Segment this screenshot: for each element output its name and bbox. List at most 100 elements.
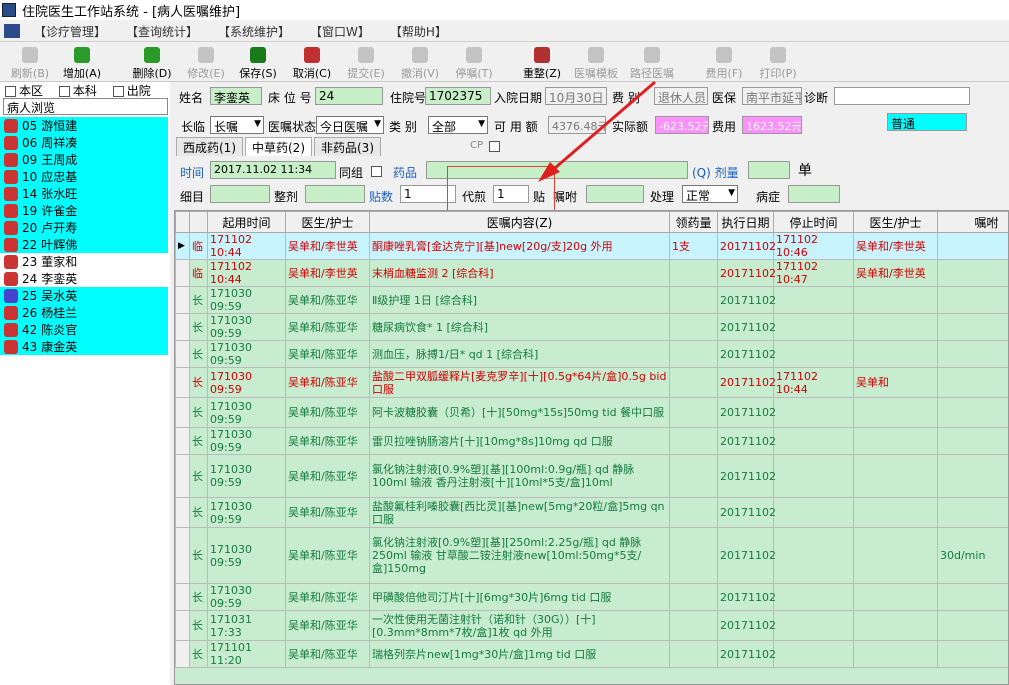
doc-menu-icon[interactable]	[4, 24, 20, 38]
discharged-checkbox[interactable]	[112, 86, 124, 97]
cell-exec: 20171102	[717, 397, 776, 428]
col-doctor[interactable]: 医生/护士	[285, 211, 370, 233]
patient-bed: 06	[22, 135, 38, 150]
patient-item[interactable]: 25 吴水英	[0, 287, 168, 304]
table-row[interactable]: ▶ 临 171102 10:44 吴单和/李世英 酮康唑乳膏[金达克宁][基]new[2…	[175, 232, 1008, 260]
print-button[interactable]: 打印(P)	[752, 44, 804, 82]
col-doctor2[interactable]: 医生/护士	[853, 211, 938, 233]
table-row[interactable]: 长 171030 09:59 吴单和/陈亚华 雷贝拉唑钠肠溶片[十][10mg*8s]…	[175, 427, 1008, 455]
window-title: 住院医生工作站系统 - [病人医嘱维护]	[22, 4, 241, 20]
stop-button[interactable]: 停嘱(T)	[448, 44, 500, 82]
status-select[interactable]: 今日医嘱	[316, 116, 384, 134]
menu-system[interactable]: 【系统维护】	[208, 23, 300, 40]
patient-item[interactable]: 14 张水旺	[0, 185, 168, 202]
cell-content: 甲磺酸倍他司汀片[十][6mg*30片]6mg tid 口服	[369, 583, 670, 611]
patient-item[interactable]: 09 王周成	[0, 151, 168, 168]
patient-item[interactable]: 42 陈炎官	[0, 321, 168, 338]
col-note[interactable]: 嘱咐	[937, 211, 1008, 233]
cp-checkbox[interactable]	[489, 141, 500, 152]
row-indicator	[175, 259, 190, 287]
col-content[interactable]: 医嘱内容(Z)	[369, 211, 670, 233]
fee-cat-field[interactable]: 退休人员	[654, 87, 708, 105]
row-indicator	[175, 454, 190, 498]
refresh-label: 刷新(B)	[10, 67, 50, 80]
patient-item[interactable]: 06 周祥凑	[0, 134, 168, 151]
patient-item[interactable]: 05 游恒建	[0, 117, 168, 134]
cell-stop	[773, 610, 854, 641]
patient-list[interactable]: 05 游恒建 06 周祥凑 09 王周成 10 应忠基 14 张水旺 19 许雀金 20 卢开寿 22 叶辉佛…	[0, 117, 168, 355]
undo-button[interactable]: 撤消(V)	[394, 44, 446, 82]
tab-herbal[interactable]: 中草药(2)	[245, 137, 312, 156]
save-button[interactable]: 保存(S)	[232, 44, 284, 82]
time-field[interactable]: 2017.11.02 11:34	[210, 161, 336, 179]
menu-clinic[interactable]: 【诊疗管理】	[24, 23, 116, 40]
term-select[interactable]: 长嘱	[210, 116, 264, 134]
patient-item[interactable]: 23 董家和	[0, 253, 168, 270]
col-start[interactable]: 起用时间	[207, 211, 286, 233]
menu-query[interactable]: 【查询统计】	[116, 23, 208, 40]
edit-button[interactable]: 修改(E)	[180, 44, 232, 82]
table-row[interactable]: 长 171030 09:59 吴单和/陈亚华 氯化钠注射液[0.9%塑][基][100…	[175, 454, 1008, 498]
patient-item[interactable]: 10 应忠基	[0, 168, 168, 185]
patient-avatar-icon	[4, 288, 18, 303]
patient-item[interactable]: 26 杨桂兰	[0, 304, 168, 321]
menu-help[interactable]: 【帮助H】	[380, 23, 457, 40]
menu-window[interactable]: 【窗口W】	[300, 23, 380, 40]
table-row[interactable]: 长 171030 09:59 吴单和/陈亚华 糖尿病饮食* 1 [综合科] 201711…	[175, 313, 1008, 341]
col-stop[interactable]: 停止时间	[773, 211, 854, 233]
title-bar: 住院医生工作站系统 - [病人医嘱维护]	[0, 0, 1009, 20]
ward-checkbox[interactable]	[5, 86, 16, 97]
refresh-button[interactable]: 刷新(B)	[4, 44, 56, 82]
patient-item[interactable]: 20 卢开寿	[0, 219, 168, 236]
table-row[interactable]: 长 171030 09:59 吴单和/陈亚华 氯化钠注射液[0.9%塑][基][250…	[175, 527, 1008, 584]
whole-field[interactable]	[305, 185, 365, 203]
dept-checkbox[interactable]	[58, 86, 70, 97]
template-button[interactable]: 医嘱模板	[570, 44, 622, 82]
delete-button[interactable]: 删除(D)	[126, 44, 178, 82]
submit-button[interactable]: 提交(E)	[340, 44, 392, 82]
col-exec[interactable]: 执行日期	[717, 211, 774, 233]
adm-no-field[interactable]: 1702375	[425, 87, 491, 105]
table-row[interactable]: 长 171030 09:59 吴单和/陈亚华 盐酸氟桂利嗪胶囊[西比灵][基]new[…	[175, 497, 1008, 528]
patient-avatar-icon	[4, 305, 18, 320]
group-checkbox[interactable]	[371, 166, 382, 177]
table-row[interactable]: 临 171102 10:44 吴单和/李世英 末梢血糖监测 2 [综合科] 201711…	[175, 259, 1008, 287]
type-select[interactable]: 全部	[428, 116, 488, 134]
cell-qty: 1支	[669, 232, 718, 260]
name-field[interactable]: 李銮英	[210, 87, 262, 105]
add-button[interactable]: 增加(A)	[56, 44, 108, 82]
bed-field[interactable]: 24	[315, 87, 383, 105]
orders-table[interactable]: 起用时间 医生/护士 医嘱内容(Z) 领药量 执行日期 停止时间 医生/护士 嘱…	[174, 210, 1009, 685]
table-row[interactable]: 长 171030 09:59 吴单和/陈亚华 阿卡波糖胶囊（贝希）[十][50mg*1…	[175, 397, 1008, 428]
cell-start: 171101 11:20	[207, 640, 286, 668]
cancel-button[interactable]: 取消(C)	[286, 44, 338, 82]
fee-button[interactable]: 费用(F)	[698, 44, 750, 82]
row-indicator	[175, 367, 190, 398]
illness-field[interactable]	[788, 185, 840, 203]
path-button[interactable]: 路径医嘱	[626, 44, 678, 82]
diag-field[interactable]	[834, 87, 970, 105]
cell-qty	[669, 454, 718, 498]
stop-icon	[466, 47, 482, 63]
handle-select[interactable]: 正常	[682, 185, 738, 203]
tab-western[interactable]: 西成药(1)	[176, 137, 243, 156]
dose-field[interactable]	[748, 161, 790, 179]
reorg-button[interactable]: 重整(Z)	[516, 44, 568, 82]
tab-non-drug[interactable]: 非药品(3)	[314, 137, 381, 156]
patient-item[interactable]: 22 叶辉佛	[0, 236, 168, 253]
table-row[interactable]: 长 171030 09:59 吴单和/陈亚华 盐酸二甲双胍缓释片[麦克罗辛][十][0…	[175, 367, 1008, 398]
detail-field[interactable]	[210, 185, 270, 203]
col-qty[interactable]: 领药量	[669, 211, 718, 233]
cell-doc2	[853, 497, 938, 528]
ins-field[interactable]: 南平市延平	[742, 87, 802, 105]
cell-start: 171030 09:59	[207, 397, 286, 428]
cell-content: 一次性使用无菌注射针（诺和针（30G））[十][0.3mm*8mm*7枚/盒]1…	[369, 610, 670, 641]
patient-item[interactable]: 43 康金英	[0, 338, 168, 355]
patient-item[interactable]: 19 许雀金	[0, 202, 168, 219]
table-row[interactable]: 长 171030 09:59 吴单和/陈亚华 测血压，脉搏1/日* qd 1 [综合科…	[175, 340, 1008, 368]
table-row[interactable]: 长 171030 09:59 吴单和/陈亚华 甲磺酸倍他司汀片[十][6mg*30片]…	[175, 583, 1008, 611]
table-row[interactable]: 长 171101 11:20 吴单和/陈亚华 瑞格列奈片new[1mg*30片/盒]1…	[175, 640, 1008, 668]
patient-item[interactable]: 24 李銮英	[0, 270, 168, 287]
table-row[interactable]: 长 171030 09:59 吴单和/陈亚华 Ⅱ级护理 1日 [综合科] 2017110…	[175, 286, 1008, 314]
table-row[interactable]: 长 171031 17:33 吴单和/陈亚华 一次性使用无菌注射针（诺和针（30G））…	[175, 610, 1008, 641]
